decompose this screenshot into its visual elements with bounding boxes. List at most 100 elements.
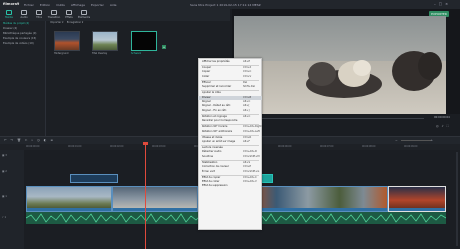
context-menu-item[interactable]: Effet de suppression xyxy=(198,184,262,188)
context-menu-item-shortcut: Ctrl+Alt+Left xyxy=(243,129,260,133)
context-menu-item[interactable]: Copier Ctrl+C xyxy=(198,70,262,74)
tab-elements[interactable]: Éléments xyxy=(77,10,91,20)
context-menu-item-label: Écran vert xyxy=(202,169,215,173)
context-menu-item[interactable]: Rogner - Début au rétr. Alt+[ xyxy=(198,104,262,108)
close-icon[interactable]: × xyxy=(445,2,451,6)
context-menu-item-shortcut: Alt+] xyxy=(243,108,250,112)
media-thumb-3[interactable] xyxy=(131,31,157,51)
context-menu-item-shortcut: Ctrl+R xyxy=(243,135,252,139)
context-menu-item-shortcut: Ctrl+C xyxy=(243,70,252,74)
context-menu-item-shortcut: Alt+[ xyxy=(243,104,250,108)
context-menu-item-label: Supprimer et raccorder xyxy=(202,85,232,89)
context-menu-item[interactable]: Détacher Audio Ctrl+Alt+D xyxy=(198,150,262,154)
context-menu-item-shortcut: Ctrl+Shift+M xyxy=(243,154,260,158)
track-header-video-2[interactable]: ▣ 2 xyxy=(2,170,7,173)
timeline-clip-video-1[interactable] xyxy=(26,186,112,212)
context-menu-item-label: Correction de couleur xyxy=(202,165,229,169)
context-menu-item-label: Rogner - Début au rétr. xyxy=(202,104,231,108)
menu-affichage[interactable]: Affichage xyxy=(71,3,85,7)
context-menu-item[interactable]: Supprimer et raccorder Shift+Del xyxy=(198,85,262,89)
timeline-tools: ↶↷🗑✂⌗◷◐≡ xyxy=(4,138,57,142)
track-header-audio-1[interactable]: ♪ 1 xyxy=(2,216,6,219)
context-menu-item-label: Effet de suppression xyxy=(202,184,228,188)
ruler-tick: 00:00:09:00 xyxy=(404,145,418,148)
context-menu-item[interactable]: Ajouter un arrêt sur image Alt+F xyxy=(198,140,262,144)
media-sidebar: Médias du projet (4) Dossier (4) Bibliot… xyxy=(0,21,46,136)
transition-icon xyxy=(51,10,57,15)
timeline-clip-video-4[interactable] xyxy=(388,186,446,212)
timeline-clip-video-2[interactable] xyxy=(112,186,198,212)
context-menu-item[interactable]: Vitesse et durée Ctrl+R xyxy=(198,136,262,140)
preview-timecode: 00:00:00:04 xyxy=(434,116,450,119)
elements-icon xyxy=(81,10,87,15)
context-menu-item-shortcut: Ctrl+E xyxy=(243,165,252,169)
delete-icon[interactable]: 🗑 xyxy=(17,138,25,142)
context-menu-item-shortcut: Shift+Del xyxy=(243,85,255,89)
context-menu-item-shortcut: Ctrl+Shift+G xyxy=(243,169,260,173)
context-menu-item[interactable]: Sourdine Ctrl+Shift+M xyxy=(198,155,262,159)
context-menu-item-shortcut: Ctrl+B xyxy=(243,95,252,99)
context-menu-item-shortcut: Alt+C xyxy=(243,114,251,118)
import-button[interactable]: Importer xyxy=(50,21,61,24)
menu-outils[interactable]: Outils xyxy=(56,3,65,7)
tab-effects[interactable]: Effets xyxy=(62,10,76,20)
context-menu-item[interactable]: Rogner - Fin en rétr. Alt+] xyxy=(198,109,262,113)
preview-scrubber[interactable] xyxy=(254,118,424,119)
track-header-video-1[interactable]: ▣ 1 xyxy=(2,195,7,198)
window-controls[interactable]: –□× xyxy=(434,2,451,6)
timeline-scrollbar[interactable] xyxy=(456,152,458,246)
context-menu-item[interactable]: Recadrer pour Correspondre xyxy=(198,119,262,123)
context-menu-item[interactable]: Ajouter la cible xyxy=(198,91,262,95)
context-menu-item-label: Vitesse et durée xyxy=(202,135,223,139)
menu-exporter[interactable]: Exporter xyxy=(91,3,104,7)
record-button[interactable]: Enregistrer xyxy=(67,21,81,24)
menu-aide[interactable]: Aide xyxy=(110,3,117,7)
zoom-slider[interactable] xyxy=(400,139,431,141)
add-icon[interactable]: + xyxy=(162,45,166,49)
context-menu-item-label: Copier xyxy=(202,70,211,74)
context-menu-item-label: Effet de copier xyxy=(202,175,221,179)
context-menu-item[interactable]: Rotation 90° horaire Ctrl+Alt+Right xyxy=(198,125,262,129)
context-menu-item[interactable]: Afficher les propriétés Alt+E xyxy=(198,60,262,64)
context-menu-item[interactable]: Effet de copier Ctrl+Alt+C xyxy=(198,176,262,180)
media-tab-bar: Média Audio Titre Transition Effets Élém… xyxy=(0,9,230,21)
preview-frame xyxy=(234,16,446,114)
context-menu-item-label: Rotation 90° antihoraire xyxy=(202,129,233,133)
sidebar-item-sample-videos[interactable]: Exemple de vidéos (19) xyxy=(0,41,45,46)
menu-edition[interactable]: Edition xyxy=(40,3,50,7)
fullscreen-icon[interactable]: ⛶ xyxy=(447,124,452,128)
context-menu-item-label: Ajouter un arrêt sur image xyxy=(202,140,236,143)
ruler-tick: 00:00:02:00 xyxy=(110,145,124,148)
media-thumb-1[interactable] xyxy=(54,31,80,51)
tab-transition[interactable]: Transition xyxy=(47,10,61,20)
context-menu-item[interactable]: Écran vert Ctrl+Shift+G xyxy=(198,170,262,174)
playhead[interactable] xyxy=(145,142,146,249)
speed-icon[interactable]: ◷ xyxy=(37,138,44,142)
timeline-clip-overlay[interactable] xyxy=(70,174,118,183)
track-header-video-3[interactable]: ▣ 3 xyxy=(2,154,7,157)
context-menu-item-shortcut: Ctrl+Alt+Right xyxy=(243,125,262,129)
context-menu-item-label: Afficher les propriétés xyxy=(202,60,230,63)
media-thumb-label: Hintergrund xyxy=(54,52,69,55)
context-menu-item-shortcut: Ctrl+Alt+V xyxy=(243,180,257,183)
tab-title[interactable]: Titre xyxy=(32,10,46,20)
context-menu-item-label: Coller xyxy=(202,74,210,78)
effects-icon xyxy=(66,10,72,15)
context-menu-item[interactable]: Rotation 90° antihoraire Ctrl+Alt+Left xyxy=(198,130,262,134)
tab-media[interactable]: Média xyxy=(2,10,16,20)
context-menu-item[interactable]: Diviser Ctrl+B xyxy=(198,95,262,100)
context-menu-item-shortcut: Ctrl+Alt+C xyxy=(243,175,257,179)
media-thumb-label: Titel Overlay xyxy=(92,52,108,55)
tab-audio[interactable]: Audio xyxy=(17,10,31,20)
menu-fichier[interactable]: Fichier xyxy=(24,3,34,7)
context-menu-item[interactable]: Coller Ctrl+V xyxy=(198,75,262,79)
ruler-tick: 00:00:00:00 xyxy=(26,145,40,148)
music-note-icon xyxy=(21,10,27,15)
zoom-in-icon[interactable]: + xyxy=(431,138,437,142)
library-toolbar: Importer ▾ Enregistrer ▾ xyxy=(50,21,84,24)
context-menu-item[interactable]: Correction de couleur Ctrl+E xyxy=(198,165,262,169)
audio-mixer-icon[interactable]: ≡ xyxy=(50,138,57,142)
media-thumb-label: Schwarz xyxy=(131,52,142,55)
context-menu-item-label: Rotation 90° horaire xyxy=(202,125,228,129)
media-thumb-2[interactable] xyxy=(92,31,118,51)
